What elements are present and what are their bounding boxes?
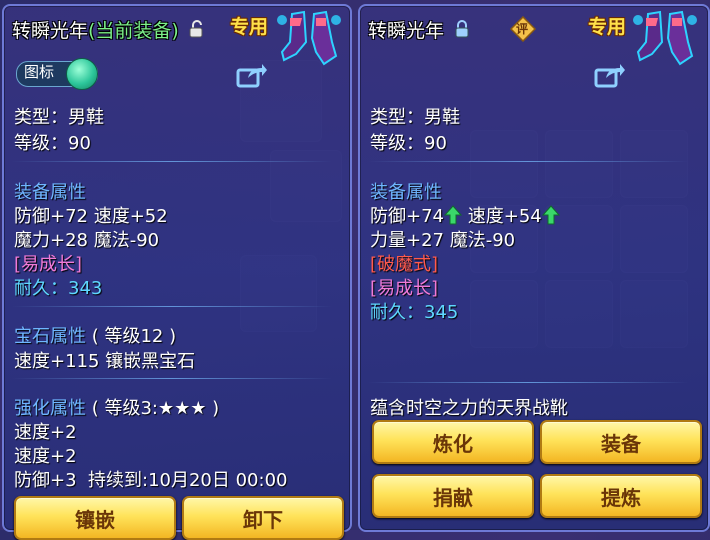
divider [12, 161, 332, 162]
item-type: 类型：男鞋 [370, 107, 460, 128]
equip-attr-header: 装备属性 [14, 182, 86, 203]
durability: 耐久：343 [14, 274, 102, 300]
item-title: 转瞬光年(当前装备) [12, 16, 205, 43]
refine-button[interactable]: 炼化 [372, 420, 534, 464]
attr-defense: 防御+74 [370, 206, 444, 227]
attr-line: 魔力+28 魔法-90 [14, 230, 160, 251]
item-name: 转瞬光年 [12, 20, 89, 42]
enhance-line: 速度+2 [14, 446, 77, 467]
durability-value: 343 [68, 278, 103, 299]
item-level: 等级：90 [370, 133, 447, 154]
toggle-label: 图标 [24, 63, 55, 81]
share-icon[interactable] [594, 62, 626, 88]
tag-break-magic: [破魔式] [370, 254, 439, 275]
tag-easy-growth: [易成长] [370, 278, 439, 299]
tag-easy-growth: [易成长] [14, 254, 83, 275]
donate-button[interactable]: 捐献 [372, 474, 534, 518]
inlay-button[interactable]: 镶嵌 [14, 496, 176, 540]
boots-icon [632, 8, 698, 78]
compare-equipment-panel: 转瞬光年 评 专用 类型：男鞋 等级：90 装备属性 防御+74 速度+54 力… [358, 4, 710, 532]
current-equipped-label: (当前装备) [88, 20, 179, 42]
extract-button[interactable]: 提炼 [540, 474, 702, 518]
exclusive-tag: 专用 [588, 16, 627, 38]
attr-line: 力量+27 魔法-90 [370, 230, 516, 251]
enhance-line-duration: 防御+3 持续到:10月20日 00:00 [14, 466, 287, 492]
rate-badge-icon[interactable]: 评 [509, 15, 537, 43]
item-description: 蕴含时空之力的天界战靴 [370, 398, 568, 419]
divider [12, 306, 332, 307]
enhance-duration: 持续到:10月20日 00:00 [88, 470, 288, 491]
unload-button[interactable]: 卸下 [182, 496, 344, 540]
durability-value: 345 [424, 302, 459, 323]
divider [368, 382, 688, 383]
rate-badge-text: 评 [516, 22, 529, 36]
item-type: 类型：男鞋 [14, 107, 104, 128]
gem-header: 宝石属性 [14, 326, 86, 347]
enhance-line: 防御+3 [14, 470, 77, 491]
up-arrow-icon [541, 205, 560, 230]
item-level: 等级：90 [14, 133, 91, 154]
lock-icon[interactable] [454, 20, 470, 43]
divider [12, 378, 332, 379]
equip-button[interactable]: 装备 [540, 420, 702, 464]
boots-icon [276, 8, 342, 78]
durability-label: 耐久： [370, 302, 424, 323]
gem-line: 速度+115 镶嵌黑宝石 [14, 351, 196, 372]
enhance-attr-row: 强化属性 ( 等级3:★★★ ) [14, 394, 219, 420]
divider [368, 161, 688, 162]
enhance-level: ( 等级3:★★★ ) [91, 398, 220, 419]
unlock-icon[interactable] [189, 20, 205, 43]
item-title: 转瞬光年 [368, 16, 470, 43]
current-equipment-panel: 转瞬光年(当前装备) 专用 图标 类型：男鞋 等级：90 装备属性 防御+72 … [2, 4, 352, 540]
durability-label: 耐久： [14, 278, 68, 299]
gem-attr-row: 宝石属性 ( 等级12 ) [14, 322, 176, 348]
attr-speed: 速度+54 [467, 206, 542, 227]
item-name: 转瞬光年 [368, 20, 445, 42]
attr-line: 防御+72 速度+52 [14, 206, 168, 227]
exclusive-tag: 专用 [230, 16, 269, 38]
enhance-header: 强化属性 [14, 398, 86, 419]
share-icon[interactable] [236, 62, 268, 88]
durability: 耐久：345 [370, 298, 458, 324]
gem-level: ( 等级12 ) [91, 326, 177, 347]
icon-toggle[interactable]: 图标 [16, 58, 98, 90]
toggle-knob[interactable] [66, 58, 98, 90]
enhance-line: 速度+2 [14, 422, 77, 443]
equip-attr-header: 装备属性 [370, 182, 442, 203]
